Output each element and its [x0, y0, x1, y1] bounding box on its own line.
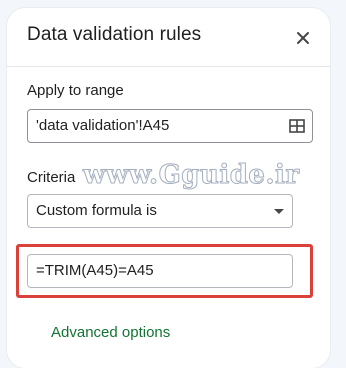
criteria-dropdown[interactable]: Custom formula is [27, 194, 293, 228]
range-value[interactable]: 'data validation'!A45 [36, 117, 169, 134]
custom-formula-input[interactable]: =TRIM(A45)=A45 [27, 254, 293, 288]
close-icon [297, 32, 309, 44]
custom-formula-value[interactable]: =TRIM(A45)=A45 [36, 262, 154, 279]
chevron-down-icon [274, 209, 284, 214]
select-range-grid-icon [289, 119, 305, 133]
data-validation-panel: Data validation rules Apply to range 'da… [7, 8, 330, 368]
advanced-options-link[interactable]: Advanced options [51, 324, 170, 341]
header-divider [7, 66, 330, 67]
panel-title: Data validation rules [27, 24, 202, 45]
apply-to-range-label: Apply to range [27, 82, 124, 99]
select-range-button[interactable] [288, 117, 306, 135]
watermark: www.Gguide.ir [83, 160, 300, 191]
range-input[interactable]: 'data validation'!A45 [27, 109, 313, 143]
criteria-selected-value[interactable]: Custom formula is [36, 202, 157, 219]
criteria-label: Criteria [27, 169, 76, 186]
close-button[interactable] [293, 28, 313, 48]
